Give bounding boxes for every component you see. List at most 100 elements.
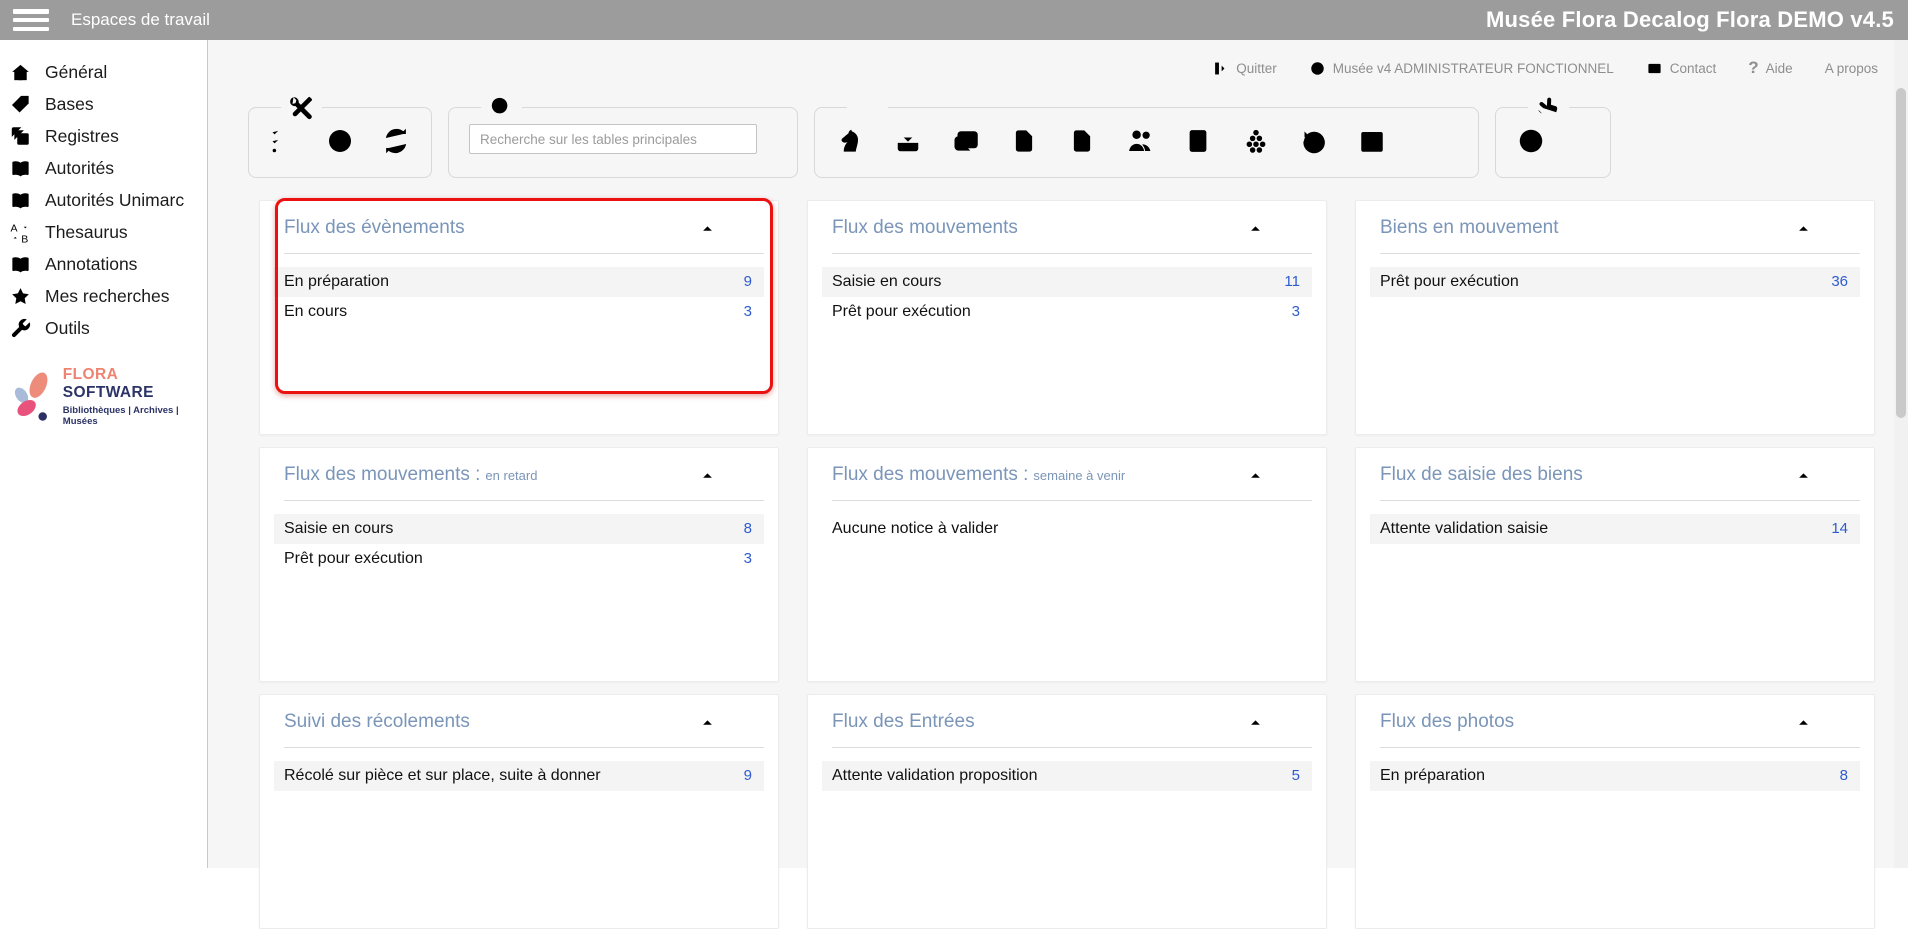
collapse-card-icon[interactable] <box>1796 468 1811 483</box>
video-document-icon[interactable] <box>1009 126 1039 156</box>
collapse-card-icon[interactable] <box>1248 468 1263 483</box>
close-card-icon[interactable] <box>1283 715 1298 730</box>
sidebar-item-mes-recherches[interactable]: Mes recherches <box>0 280 207 312</box>
import-tray-icon[interactable] <box>893 126 923 156</box>
card-divider <box>1380 253 1860 254</box>
sidebar-item-general[interactable]: Général <box>0 56 207 88</box>
close-card-icon[interactable] <box>735 221 750 236</box>
card-rows: Saisie en cours11Prêt pour exécution3 <box>808 267 1326 327</box>
top-bar: Espaces de travail Musée Flora Decalog F… <box>0 0 1908 40</box>
collapse-card-icon[interactable] <box>1796 221 1811 236</box>
star-icon <box>9 285 32 308</box>
person-icon <box>1309 60 1326 77</box>
close-card-icon[interactable] <box>1283 468 1298 483</box>
flow-row-recole-sur-piece-et-sur-place-suite-a-donner[interactable]: Récolé sur pièce et sur place, suite à d… <box>274 761 764 791</box>
sidebar-item-autorites-unimarc[interactable]: Autorités Unimarc <box>0 184 207 216</box>
flow-row-pret-pour-execution[interactable]: Prêt pour exécution3 <box>274 544 764 574</box>
refresh-icon[interactable] <box>381 126 411 156</box>
quitter-button[interactable]: Quitter <box>1212 60 1277 77</box>
card-title: Flux des Entrées <box>832 711 975 732</box>
flow-row-en-cours[interactable]: En cours3 <box>274 297 764 327</box>
card-divider <box>1380 500 1860 501</box>
scrollbar-thumb[interactable] <box>1896 88 1906 418</box>
zoom-plus-icon <box>488 94 515 121</box>
contact-button[interactable]: Contact <box>1646 60 1717 77</box>
chess-knight-icon[interactable] <box>835 126 865 156</box>
card-title: Flux de saisie des biens <box>1380 464 1583 485</box>
toolbar-group-search <box>448 94 798 178</box>
flow-row-en-preparation[interactable]: En préparation9 <box>274 267 764 297</box>
card-flux-des-photos: Flux des photos En préparation8 <box>1355 694 1875 929</box>
sidebar-item-thesaurus[interactable]: Thesaurus <box>0 216 207 248</box>
sidebar-item-outils[interactable]: Outils <box>0 312 207 344</box>
image-gallery-icon[interactable] <box>951 126 981 156</box>
collapse-card-icon[interactable] <box>1248 715 1263 730</box>
card-title: Flux des mouvements : <box>284 464 480 485</box>
wrench-icon <box>9 317 32 340</box>
clock-icon[interactable] <box>325 126 355 156</box>
card-title: Flux des évènements <box>284 217 465 238</box>
apropos-button[interactable]: A propos <box>1825 61 1878 76</box>
text-document-icon[interactable] <box>1067 126 1097 156</box>
hamburger-menu-icon[interactable] <box>13 9 49 31</box>
close-card-icon[interactable] <box>1831 221 1846 236</box>
question-mark-icon: ? <box>1748 58 1758 78</box>
help-circle-icon[interactable] <box>1516 126 1546 156</box>
flora-software-logo: FLORA SOFTWARE Bibliothèques | Archives … <box>8 366 207 427</box>
collapse-card-icon[interactable] <box>1248 221 1263 236</box>
card-rows: Saisie en cours8Prêt pour exécution3 <box>260 514 778 574</box>
flow-row-attente-validation-saisie[interactable]: Attente validation saisie14 <box>1370 514 1860 544</box>
vertical-scrollbar[interactable] <box>1894 40 1908 868</box>
collapse-card-icon[interactable] <box>700 221 715 236</box>
close-card-icon[interactable] <box>735 468 750 483</box>
close-card-icon[interactable] <box>735 715 750 730</box>
toolbar <box>248 94 1908 178</box>
card-title: Flux des photos <box>1380 711 1514 732</box>
card-rows: Aucune notice à valider <box>808 514 1326 544</box>
card-flux-de-saisie-des-biens: Flux de saisie des biens Attente validat… <box>1355 447 1875 682</box>
collapse-card-icon[interactable] <box>1796 715 1811 730</box>
sidebar-item-annotations[interactable]: Annotations <box>0 248 207 280</box>
app-title: Musée Flora Decalog Flora DEMO v4.5 <box>1486 7 1894 33</box>
sidebar-item-bases[interactable]: Bases <box>0 88 207 120</box>
card-divider <box>1380 747 1860 748</box>
close-card-icon[interactable] <box>1831 715 1846 730</box>
calendar-icon[interactable] <box>1357 126 1387 156</box>
close-card-icon[interactable] <box>1831 468 1846 483</box>
task-list-icon[interactable] <box>269 126 299 156</box>
card-divider <box>832 500 1312 501</box>
flow-row-pret-pour-execution[interactable]: Prêt pour exécution36 <box>1370 267 1860 297</box>
exit-icon <box>1212 60 1229 77</box>
flow-row-saisie-en-cours[interactable]: Saisie en cours8 <box>274 514 764 544</box>
card-rows: En préparation8 <box>1356 761 1874 791</box>
users-icon[interactable] <box>1125 126 1155 156</box>
close-card-icon[interactable] <box>1283 221 1298 236</box>
home-icon <box>9 61 32 84</box>
book-icon <box>9 189 32 212</box>
card-title: Suivi des récolements <box>284 711 470 732</box>
current-user[interactable]: Musée v4 ADMINISTRATEUR FONCTIONNEL <box>1309 60 1614 77</box>
card-rows: Prêt pour exécution36 <box>1356 267 1874 297</box>
stack-rays-icon[interactable] <box>1415 126 1445 156</box>
search-input[interactable] <box>469 124 757 154</box>
flow-row-attente-validation-proposition[interactable]: Attente validation proposition5 <box>822 761 1312 791</box>
cards-grid: Flux des évènements En préparation9En co… <box>259 200 1908 929</box>
flow-row-pret-pour-execution[interactable]: Prêt pour exécution3 <box>822 297 1312 327</box>
flow-row-en-preparation[interactable]: En préparation8 <box>1370 761 1860 791</box>
card-biens-en-mouvement: Biens en mouvement Prêt pour exécution36 <box>1355 200 1875 435</box>
sidebar-item-autorites[interactable]: Autorités <box>0 152 207 184</box>
mail-icon <box>1646 60 1663 77</box>
toolbar-group-tools <box>248 94 432 178</box>
swipe-hand-icon <box>1535 94 1562 121</box>
archive-cabinet-icon[interactable] <box>1183 126 1213 156</box>
grape-cluster-icon[interactable] <box>1241 126 1271 156</box>
collapse-card-icon[interactable] <box>700 468 715 483</box>
card-flux-des-entrees: Flux des Entrées Attente validation prop… <box>807 694 1327 929</box>
flow-row-saisie-en-cours[interactable]: Saisie en cours11 <box>822 267 1312 297</box>
tag-icon <box>9 93 32 116</box>
history-icon[interactable] <box>1299 126 1329 156</box>
aide-button[interactable]: ?Aide <box>1748 58 1792 78</box>
toolbar-group-help-icons <box>1516 126 1590 156</box>
sidebar-item-registres[interactable]: Registres <box>0 120 207 152</box>
collapse-card-icon[interactable] <box>700 715 715 730</box>
